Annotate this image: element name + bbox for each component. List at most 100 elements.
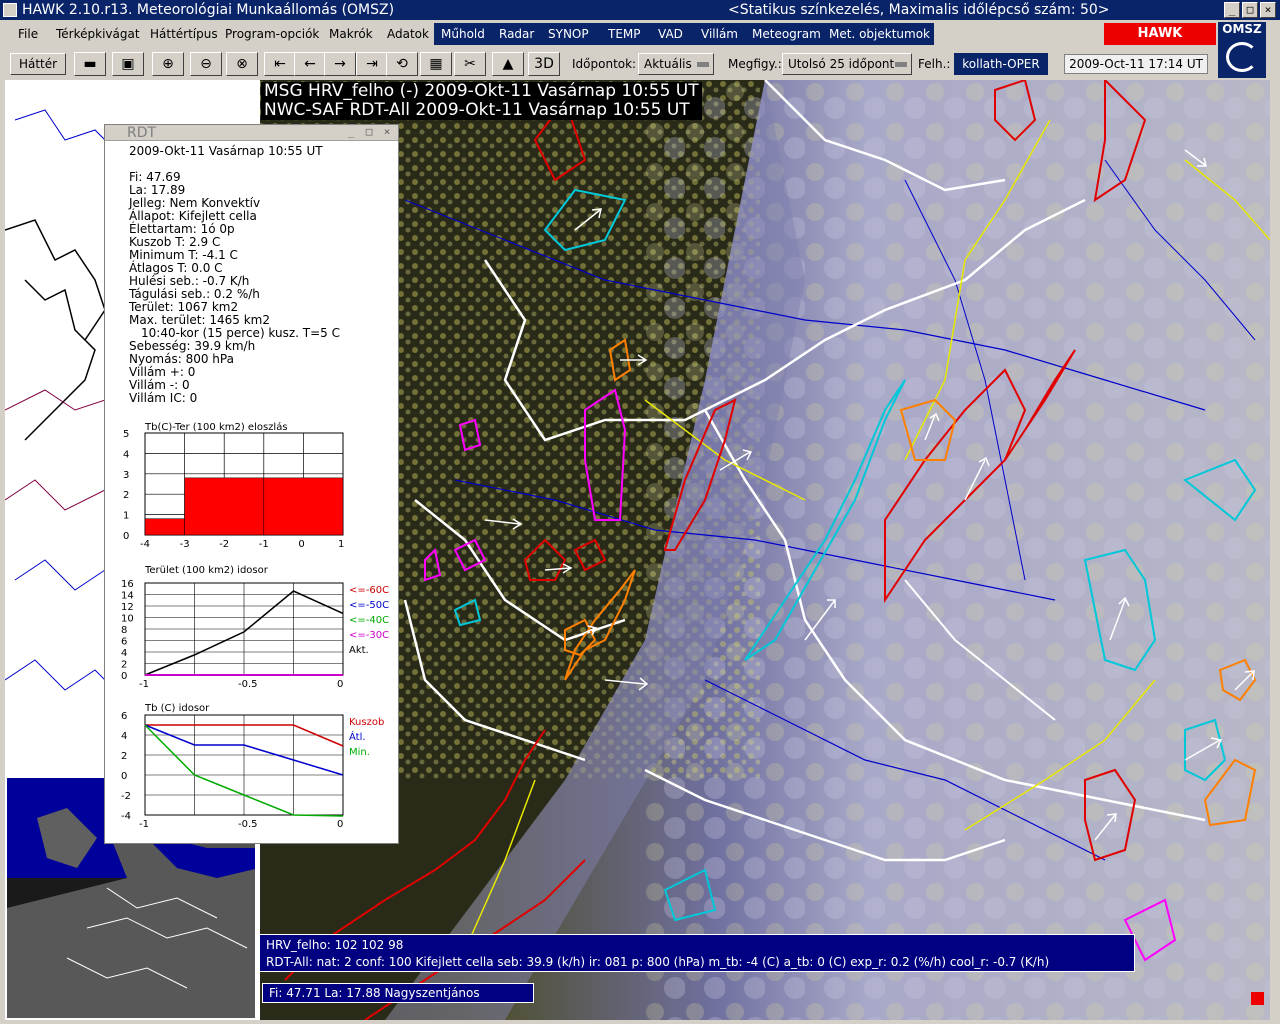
right-scroll-strip[interactable]: [1270, 80, 1280, 1024]
chart2-ytick: 10: [121, 614, 134, 625]
rdt-maximize-button[interactable]: □: [363, 126, 375, 138]
chart3-legend-item: Min.: [349, 747, 370, 758]
chart2-title: Terület (100 km2) idosor: [144, 565, 269, 576]
menu-vad[interactable]: VAD: [654, 23, 687, 45]
chart2-ytick: 14: [121, 591, 134, 602]
megfigy-value: Utolsó 25 időpont: [788, 57, 895, 71]
truck-icon[interactable]: ▬: [74, 52, 106, 76]
dropdown-arrow-icon: [697, 62, 709, 67]
toolbar: Háttér ▬ ▣ ⊕ ⊖ ⊗ ⇤ ← → ⇥ ⟲ ▦ ✂ ▲ 3D Időp…: [0, 48, 1218, 80]
menu-villam[interactable]: Villám: [697, 23, 742, 45]
chart2-legend-item: <=-60C: [349, 585, 389, 596]
3d-icon[interactable]: 3D: [528, 52, 560, 76]
scissors-icon[interactable]: ✂: [454, 52, 486, 76]
chart1-ytick: 5: [123, 429, 129, 440]
chart1-ytick: 2: [123, 490, 129, 501]
chart3-ytick: -4: [121, 811, 131, 822]
step-back-icon[interactable]: ←: [294, 52, 326, 76]
window-title: HAWK 2.10.r13. Meteorológiai Munkaállomá…: [22, 2, 395, 18]
chart1-bar: [263, 477, 344, 536]
rdt-close-button[interactable]: ×: [381, 126, 393, 138]
chart3-legend-item: Átl.: [349, 730, 366, 743]
status-indicator: [1251, 992, 1264, 1005]
rdt-popup[interactable]: RDT _ □ × 2009-Okt-11 Vasárnap 10:55 UT …: [104, 124, 399, 844]
coordinate-readout: Fi: 47.71 La: 17.88 Nagyszentjános: [262, 983, 534, 1003]
menu-met-objektumok[interactable]: Met. objektumok: [825, 23, 934, 45]
chart2-legend-item: <=-50C: [349, 600, 389, 611]
idopontok-dropdown[interactable]: Aktuális: [638, 53, 714, 75]
rdt-titlebar[interactable]: RDT _ □ ×: [105, 125, 398, 141]
user-field[interactable]: kollath-OPER: [954, 53, 1048, 75]
maximize-button[interactable]: □: [1242, 2, 1258, 18]
menu-muhold[interactable]: Műhold: [437, 23, 489, 45]
window-status: <Statikus színkezelés, Maximalis időlépc…: [728, 2, 1110, 18]
mountains-icon[interactable]: ▲: [492, 52, 524, 76]
chart3-xtick: 0: [337, 819, 343, 830]
chart3-xtick: -1: [139, 819, 149, 830]
chart3-title: Tb (C) idosor: [144, 703, 210, 714]
chart1-ytick: 4: [123, 449, 129, 460]
rdt-villam-ic: Villám IC: 0: [129, 391, 198, 405]
zoom-out-icon[interactable]: ⊖: [190, 52, 222, 76]
chart3-ytick: -2: [121, 791, 131, 802]
rdt-charts: Tb(C)-Ter (100 km2) eloszlás-4 -3 -2 -1 0 101…: [121, 421, 389, 830]
zoom-reset-icon[interactable]: ⊗: [226, 52, 258, 76]
map-header-satellite: MSG HRV_felho (-) 2009-Okt-11 Vasárnap 1…: [264, 81, 699, 101]
clock-display: 2009-Oct-11 17:14 UT: [1064, 54, 1208, 74]
save-icon[interactable]: ▣: [112, 52, 144, 76]
megfigy-dropdown[interactable]: Utolsó 25 időpont: [782, 53, 912, 75]
chart3-ytick: 0: [121, 771, 127, 782]
menu-adatok[interactable]: Adatok: [383, 25, 433, 43]
chart2-xtick: 0: [337, 679, 343, 690]
menu-meteogram[interactable]: Meteogram: [748, 23, 825, 45]
chart2-ytick: 6: [121, 637, 127, 648]
zoom-in-icon[interactable]: ⊕: [152, 52, 184, 76]
loop-icon[interactable]: ⟲: [386, 52, 418, 76]
map-header: MSG HRV_felho (-) 2009-Okt-11 Vasárnap 1…: [261, 82, 702, 120]
close-button[interactable]: ×: [1260, 2, 1276, 18]
window-titlebar: HAWK 2.10.r13. Meteorológiai Munkaállomá…: [0, 0, 1280, 20]
menu-program-opciok[interactable]: Program-opciók: [221, 25, 323, 43]
info-rdt: RDT-All: nat: 2 conf: 100 Kifejlett cell…: [266, 955, 1050, 969]
menu-synop[interactable]: SYNOP: [544, 23, 593, 45]
chart2-ytick: 8: [121, 625, 127, 636]
menu-radar[interactable]: Radar: [495, 23, 539, 45]
step-last-icon[interactable]: ⇥: [356, 52, 388, 76]
chart3-xtick: -0.5: [238, 819, 258, 830]
swirl-icon: [1226, 42, 1258, 72]
chart1-xtick: -3: [180, 539, 190, 550]
chart1-xtick: 0: [298, 539, 304, 550]
chart1-ytick: 1: [123, 511, 129, 522]
chart1-xtick: -1: [259, 539, 269, 550]
menu-terkepkivagat[interactable]: Térképkivágat: [52, 25, 144, 43]
menu-bar: File Térképkivágat Háttértípus Program-o…: [0, 20, 1280, 48]
chart2-xtick: -1: [139, 679, 149, 690]
menu-file[interactable]: File: [14, 25, 42, 43]
omsz-logo: OMSZ: [1218, 22, 1266, 78]
idopontok-label: Időpontok:: [572, 57, 637, 71]
menu-hattertipus[interactable]: Háttértípus: [146, 25, 222, 43]
megfigy-label: Megfigy.:: [728, 57, 782, 71]
rdt-minimize-button[interactable]: _: [345, 126, 357, 138]
chart1-bar: [144, 518, 185, 536]
chart2-legend-item: Akt.: [349, 645, 369, 656]
menu-temp[interactable]: TEMP: [604, 23, 645, 45]
app-icon[interactable]: [3, 3, 17, 17]
felh-label: Felh.:: [918, 57, 951, 71]
dropdown-arrow-icon: [895, 62, 907, 67]
chart1-bar: [184, 477, 265, 536]
hatter-button[interactable]: Háttér: [10, 53, 66, 75]
step-first-icon[interactable]: ⇤: [264, 52, 296, 76]
info-hrv: HRV_felho: 102 102 98: [266, 938, 404, 952]
chart3-legend-item: Kuszob: [349, 717, 384, 728]
step-forward-icon[interactable]: →: [324, 52, 356, 76]
chart2-legend-item: <=-40C: [349, 615, 389, 626]
chart2-xtick: -0.5: [238, 679, 258, 690]
pixel-info-panel: HRV_felho: 102 102 98 RDT-All: nat: 2 co…: [259, 934, 1135, 972]
layout-icon[interactable]: ▦: [420, 52, 452, 76]
chart2-ytick: 0: [121, 671, 127, 682]
hawk-app: HAWK 2.10.r13. Meteorológiai Munkaállomá…: [0, 0, 1280, 1024]
idopontok-value: Aktuális: [644, 57, 692, 71]
menu-makrok[interactable]: Makrók: [325, 25, 377, 43]
minimize-button[interactable]: _: [1224, 2, 1240, 18]
